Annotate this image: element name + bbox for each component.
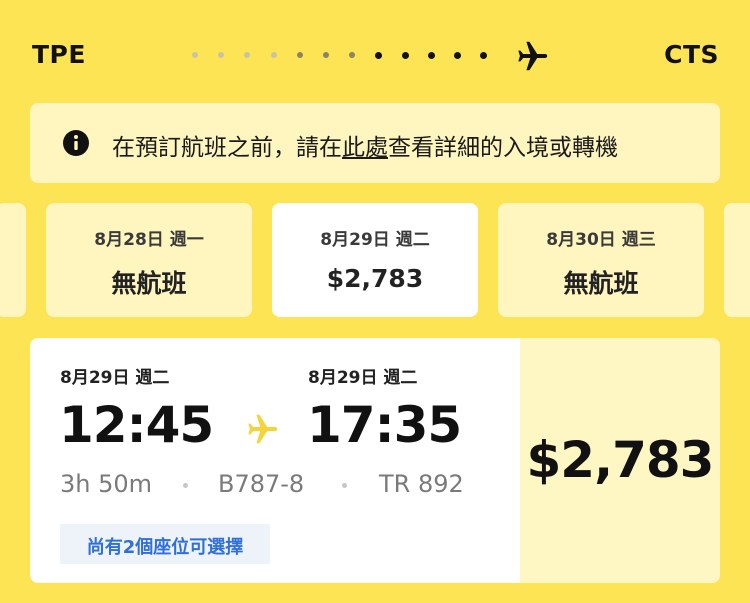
route-dot: [375, 51, 383, 59]
flight-number: TR 892: [379, 470, 464, 498]
date-option[interactable]: 8月28日 週一 無航班: [46, 203, 252, 317]
route-dot: [401, 51, 409, 59]
date-option-price: $2,783: [326, 264, 424, 293]
date-selector: 8月28日 週一 無航班 8月29日 週二 $2,783 8月30日 週三 無航…: [0, 203, 750, 317]
date-option-label: 8月28日 週一: [94, 230, 204, 250]
date-option-price: 無航班: [563, 269, 639, 298]
info-icon: [63, 130, 89, 156]
route-progress-dots: [192, 51, 502, 62]
date-option-label: 8月30日 週三: [546, 230, 656, 250]
seats-available-text: 尚有2個座位可選擇: [86, 537, 244, 558]
route-header: TPE CTS: [0, 0, 750, 100]
route-dot: [427, 51, 435, 59]
flight-price: $2,783: [526, 431, 715, 489]
separator-dot: [342, 483, 347, 488]
info-details-link[interactable]: 此處: [342, 135, 388, 161]
separator-dot: [183, 483, 188, 488]
departure-date: 8月29日 週二: [60, 368, 170, 388]
route-dot: [296, 52, 303, 58]
departure-time: 12:45: [59, 396, 214, 454]
route-dot: [323, 52, 329, 58]
info-text-after: 查看詳細的入境或轉機: [388, 135, 618, 161]
date-option-price: 無航班: [111, 269, 187, 298]
aircraft-type: B787-8: [218, 470, 305, 498]
info-text-before: 在預訂航班之前，請在: [112, 135, 342, 161]
price-panel[interactable]: $2,783: [520, 338, 720, 583]
arrival-date: 8月29日 週二: [308, 368, 418, 388]
arrival-time: 17:35: [307, 396, 462, 454]
route-dot: [270, 52, 277, 58]
origin-airport: TPE: [32, 40, 86, 69]
route-dot: [349, 52, 356, 58]
seats-available-badge: 尚有2個座位可選擇: [60, 524, 270, 564]
plane-icon: [518, 41, 548, 71]
flight-duration: 3h 50m: [60, 470, 153, 498]
route-dot: [218, 52, 225, 58]
route-dot: [192, 52, 198, 58]
flight-card[interactable]: 8月29日 週二 12:45 8月29日 週二 17:35 3h 50m B78…: [30, 338, 720, 583]
plane-icon: [248, 414, 278, 444]
date-option-prev[interactable]: [0, 203, 26, 317]
destination-airport: CTS: [664, 40, 719, 69]
route-dot: [244, 52, 251, 58]
entry-info-banner: 在預訂航班之前，請在此處查看詳細的入境或轉機: [30, 103, 720, 183]
date-option-next[interactable]: [724, 203, 750, 317]
route-dot: [480, 51, 488, 59]
info-message: 在預訂航班之前，請在此處查看詳細的入境或轉機: [112, 128, 618, 162]
route-dot: [454, 51, 461, 59]
date-option-selected[interactable]: 8月29日 週二 $2,783: [272, 203, 478, 317]
date-option[interactable]: 8月30日 週三 無航班: [498, 203, 704, 317]
date-option-label: 8月29日 週二: [320, 230, 430, 250]
